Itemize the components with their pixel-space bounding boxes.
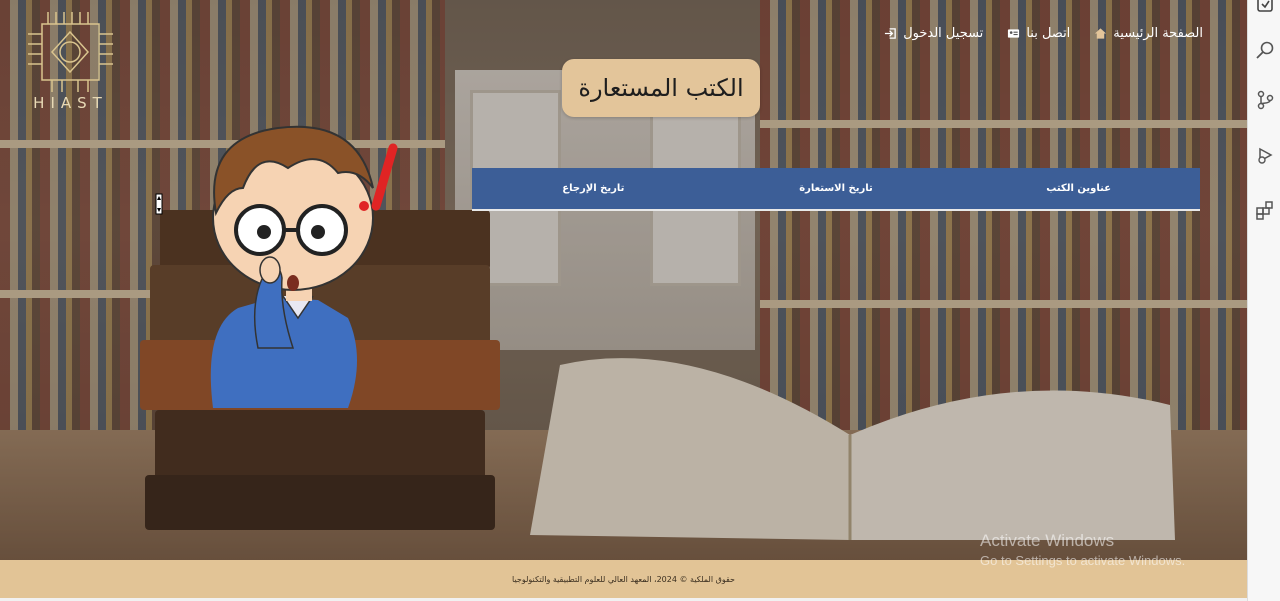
- new-file-icon[interactable]: [1255, 0, 1275, 14]
- page-title-box: الكتب المستعارة: [562, 59, 760, 117]
- home-icon: [1095, 28, 1107, 39]
- search-icon[interactable]: [1255, 40, 1275, 60]
- windows-activation-watermark: Activate Windows Go to Settings to activ…: [980, 531, 1185, 568]
- watermark-line-1: Activate Windows: [980, 531, 1115, 550]
- app-window: HIAST تسجيل الدخول اتصل بنا الصفحة الرئي…: [0, 0, 1247, 601]
- nav-login[interactable]: تسجيل الدخول: [884, 26, 983, 41]
- source-control-icon[interactable]: [1255, 90, 1275, 110]
- login-icon: [885, 28, 896, 39]
- resize-cursor-icon: [155, 193, 163, 215]
- footer-copyright: حقوق الملكية © 2024، المعهد العالي للعلو…: [512, 574, 735, 584]
- nav-home[interactable]: الصفحة الرئيسية: [1094, 26, 1203, 41]
- editor-activity-bar: [1247, 0, 1280, 601]
- borrowed-books-table-header: عناوين الكتب تاريخ الاستعارة تاريخ الإرج…: [472, 168, 1200, 211]
- page-title: الكتب المستعارة: [578, 74, 744, 102]
- hiast-logo: HIAST: [18, 12, 123, 112]
- hiast-emblem-icon: [28, 12, 113, 92]
- contact-card-icon: [1008, 29, 1020, 38]
- nav-contact-label: اتصل بنا: [1026, 26, 1071, 41]
- top-nav: تسجيل الدخول اتصل بنا الصفحة الرئيسية: [884, 26, 1203, 41]
- nav-login-label: تسجيل الدخول: [903, 26, 984, 41]
- nav-home-label: الصفحة الرئيسية: [1113, 26, 1203, 41]
- thinking-boy-illustration: [210, 125, 398, 408]
- logo-text: HIAST: [33, 94, 108, 112]
- column-header-return-date[interactable]: تاريخ الإرجاع: [472, 168, 715, 209]
- extensions-icon[interactable]: [1255, 200, 1275, 220]
- column-header-book-titles[interactable]: عناوين الكتب: [957, 168, 1200, 209]
- column-header-borrow-date[interactable]: تاريخ الاستعارة: [715, 168, 958, 209]
- debug-icon[interactable]: [1255, 145, 1275, 165]
- watermark-line-2: Go to Settings to activate Windows.: [980, 553, 1186, 568]
- nav-contact[interactable]: اتصل بنا: [1007, 26, 1070, 41]
